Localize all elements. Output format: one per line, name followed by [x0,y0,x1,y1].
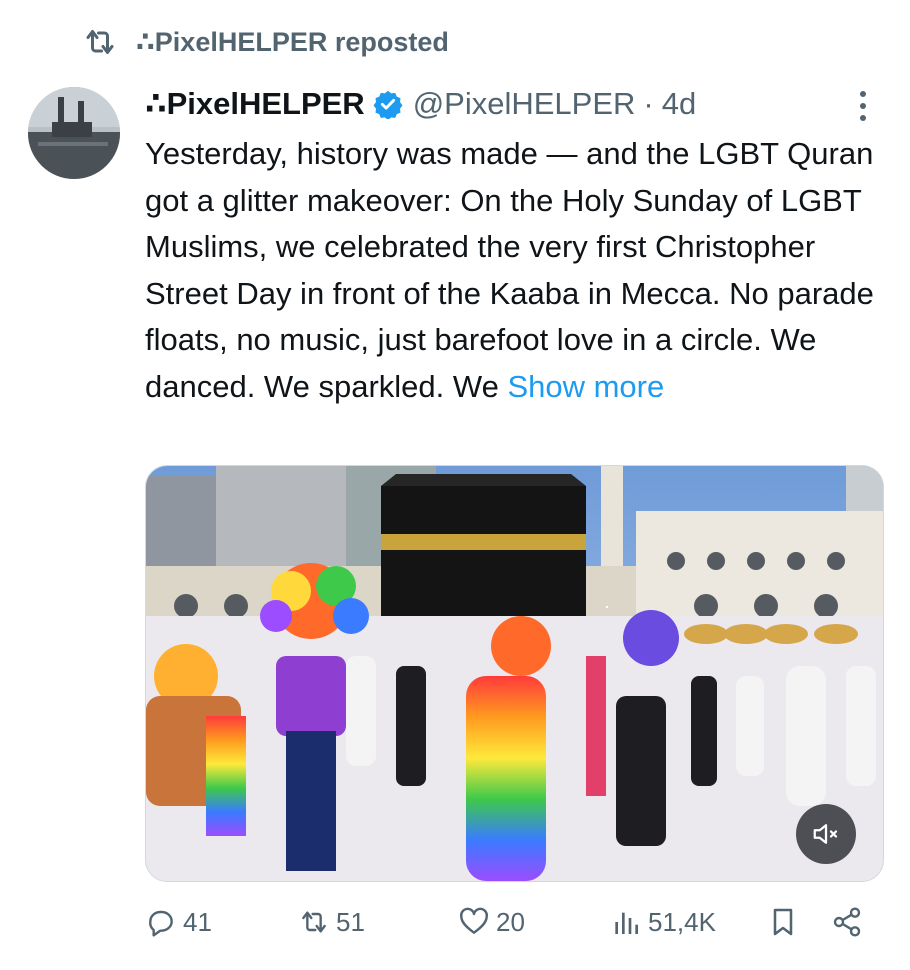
repost-label: ∴PixelHELPER reposted [136,26,449,57]
bookmark-button[interactable] [767,900,799,944]
post-header: ∴PixelHELPER @PixelHELPER · 4d [145,82,696,126]
views-button[interactable]: 51,4K [610,900,716,944]
view-count: 51,4K [648,906,716,937]
reply-button[interactable]: 41 [145,900,212,944]
separator-dot: · [643,86,654,121]
video-player[interactable] [145,465,884,882]
bookmark-icon [773,908,793,936]
video-frame [146,466,883,881]
post-text-content: Yesterday, history was made — and the LG… [145,136,874,404]
mute-button[interactable] [796,804,856,864]
share-button[interactable] [831,900,863,944]
timestamp[interactable]: 4d [662,86,696,122]
heart-icon [460,907,488,934]
like-button[interactable]: 20 [458,900,525,944]
avatar-image [28,87,120,179]
more-options-icon[interactable] [848,88,878,124]
reply-count: 41 [183,906,212,937]
share-icon [833,907,861,937]
post-text: Yesterday, history was made — and the LG… [145,131,890,410]
action-bar: 41 51 20 51,4K [145,900,880,944]
reply-icon [149,910,173,937]
repost-icon [302,911,326,933]
like-count: 20 [496,906,525,937]
verified-badge-icon[interactable] [373,89,403,119]
display-name[interactable]: ∴PixelHELPER [145,86,365,122]
avatar[interactable] [28,87,120,179]
analytics-icon [615,912,638,934]
handle[interactable]: @PixelHELPER [413,86,636,122]
show-more-link[interactable]: Show more [507,369,664,404]
repost-button[interactable]: 51 [298,900,365,944]
repost-icon [86,30,114,54]
repost-header[interactable]: ∴PixelHELPER reposted [82,22,449,62]
repost-count: 51 [336,906,365,937]
speaker-muted-icon [813,824,838,844]
